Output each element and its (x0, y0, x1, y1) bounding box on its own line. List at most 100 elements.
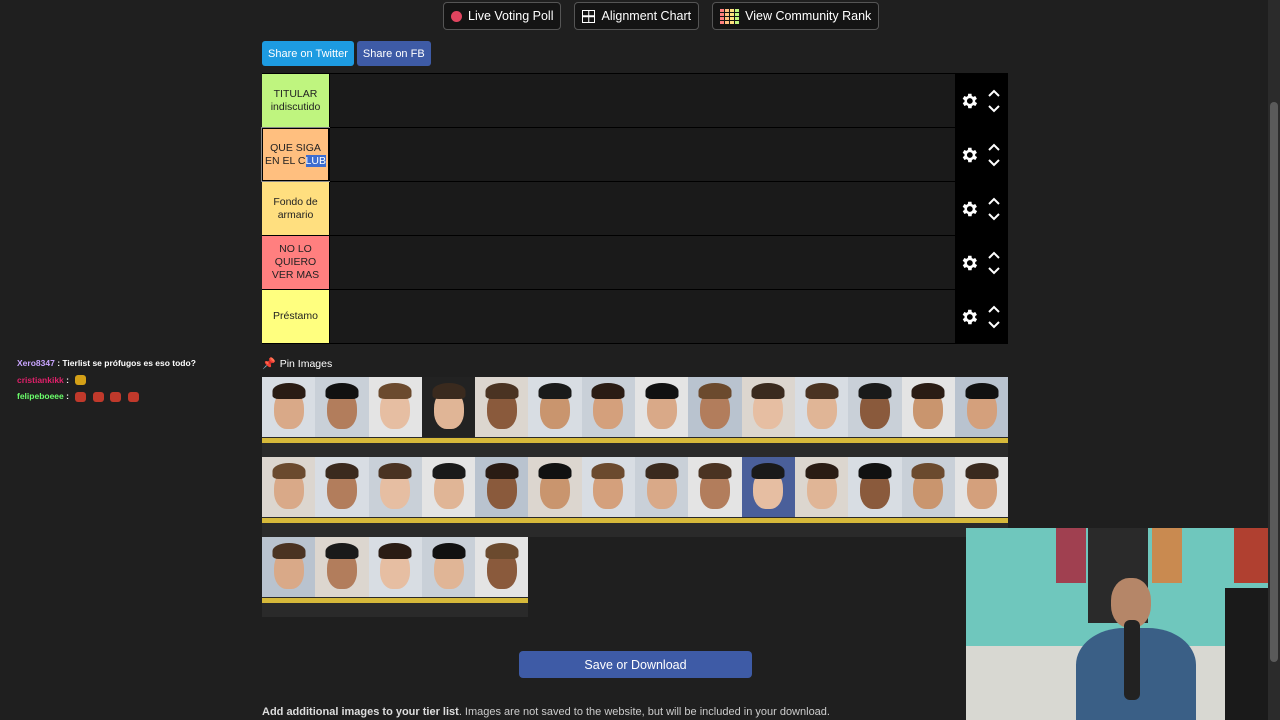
chevron-up-icon[interactable] (988, 89, 1000, 97)
tier-drop-zone[interactable] (329, 182, 955, 235)
player-image[interactable] (581, 377, 636, 457)
chevron-up-icon[interactable] (988, 197, 1000, 205)
tier-label[interactable]: Fondo de armario (262, 182, 329, 235)
chat-text: : Tierlist se prófugos es eso todo? (57, 358, 196, 368)
player-image[interactable] (262, 457, 316, 537)
player-hair (272, 383, 306, 399)
player-image[interactable] (262, 377, 316, 457)
tier-row: TITULAR indiscutido (262, 73, 1008, 127)
chevron-down-icon[interactable] (988, 104, 1000, 113)
gear-icon[interactable] (959, 307, 979, 327)
chevron-down-icon[interactable] (988, 212, 1000, 221)
tier-drop-zone[interactable] (329, 290, 955, 343)
player-hair (645, 383, 679, 399)
add-images-bold: Add additional images to your tier list (262, 706, 459, 718)
tier-drop-zone[interactable] (329, 74, 955, 127)
player-image[interactable] (368, 457, 422, 537)
chevron-up-icon[interactable] (988, 143, 1000, 151)
player-hair (698, 383, 732, 399)
player-image[interactable] (528, 377, 582, 457)
scrollbar-thumb[interactable] (1270, 102, 1278, 662)
player-image[interactable] (901, 377, 955, 457)
chevron-up-icon[interactable] (988, 305, 1000, 313)
gear-icon[interactable] (959, 253, 979, 273)
gear-icon[interactable] (959, 199, 979, 219)
tier-controls (955, 128, 1008, 181)
view-community-rank-button[interactable]: View Community Rank (712, 2, 880, 30)
player-shirt-stripe (901, 438, 955, 443)
player-shirt-stripe (421, 438, 476, 443)
alignment-chart-button[interactable]: Alignment Chart (574, 2, 700, 30)
player-image[interactable] (741, 377, 795, 457)
chevron-down-icon[interactable] (988, 320, 1000, 329)
player-image[interactable] (315, 457, 369, 537)
player-hair (378, 383, 412, 399)
player-shirt-stripe (475, 598, 529, 603)
chevron-down-icon[interactable] (988, 158, 1000, 167)
player-image[interactable] (475, 377, 529, 457)
player-image[interactable] (688, 457, 742, 537)
player-shirt-stripe (528, 518, 582, 523)
chevron-up-icon[interactable] (988, 251, 1000, 259)
tier-colors-icon (720, 8, 740, 24)
player-image[interactable] (368, 377, 422, 457)
image-pool (262, 377, 1009, 617)
player-shirt-stripe (848, 438, 902, 443)
player-image[interactable] (262, 537, 316, 617)
player-image[interactable] (421, 457, 476, 537)
player-shirt-stripe (794, 518, 849, 523)
player-image[interactable] (741, 457, 795, 537)
player-image[interactable] (688, 377, 742, 457)
page-scrollbar[interactable] (1268, 0, 1280, 720)
tier-controls (955, 290, 1008, 343)
player-shirt-stripe (581, 438, 636, 443)
live-voting-poll-button[interactable]: Live Voting Poll (443, 2, 562, 30)
player-image[interactable] (954, 377, 1009, 457)
tier-drop-zone[interactable] (329, 236, 955, 289)
share-twitter-button[interactable]: Share on Twitter (262, 41, 354, 66)
player-shirt-stripe (368, 598, 422, 603)
gear-icon[interactable] (959, 145, 979, 165)
player-image[interactable] (368, 537, 422, 617)
player-shirt-stripe (421, 518, 476, 523)
tier-drop-zone[interactable] (329, 128, 955, 181)
player-shirt-stripe (475, 518, 529, 523)
chevron-down-icon[interactable] (988, 266, 1000, 275)
player-image[interactable] (794, 377, 849, 457)
player-image[interactable] (635, 377, 689, 457)
player-image[interactable] (528, 457, 582, 537)
player-image[interactable] (315, 537, 369, 617)
player-hair (325, 543, 359, 559)
player-image[interactable] (475, 457, 529, 537)
record-dot-icon (451, 10, 462, 22)
player-hair (485, 383, 519, 399)
selected-text: LUB (305, 154, 326, 167)
player-image[interactable] (954, 457, 1009, 537)
player-shirt-stripe (635, 518, 689, 523)
player-image[interactable] (315, 377, 369, 457)
player-image[interactable] (848, 457, 902, 537)
pin-images-toggle[interactable]: 📌 Pin Images (262, 357, 332, 371)
tier-controls (955, 236, 1008, 289)
player-image[interactable] (635, 457, 689, 537)
live-voting-poll-label: Live Voting Poll (468, 9, 554, 23)
tier-label[interactable]: NO LO QUIERO VER MAS (262, 236, 329, 289)
tier-label[interactable]: Préstamo (262, 290, 329, 343)
player-hair (538, 463, 572, 479)
player-image[interactable] (581, 457, 636, 537)
player-image[interactable] (794, 457, 849, 537)
microphone (1124, 620, 1140, 700)
player-image[interactable] (848, 377, 902, 457)
tier-label-editing[interactable]: QUE SIGA EN EL CLUB (261, 127, 330, 182)
save-download-button[interactable]: Save or Download (519, 651, 752, 678)
player-image[interactable] (421, 537, 476, 617)
gear-icon[interactable] (959, 91, 979, 111)
player-image[interactable] (421, 377, 476, 457)
emote-icon (92, 391, 104, 402)
player-shirt-stripe (421, 598, 476, 603)
player-image[interactable] (901, 457, 955, 537)
player-hair (591, 463, 625, 479)
player-image[interactable] (475, 537, 529, 617)
tier-label[interactable]: TITULAR indiscutido (262, 74, 329, 127)
share-fb-button[interactable]: Share on FB (356, 41, 431, 66)
